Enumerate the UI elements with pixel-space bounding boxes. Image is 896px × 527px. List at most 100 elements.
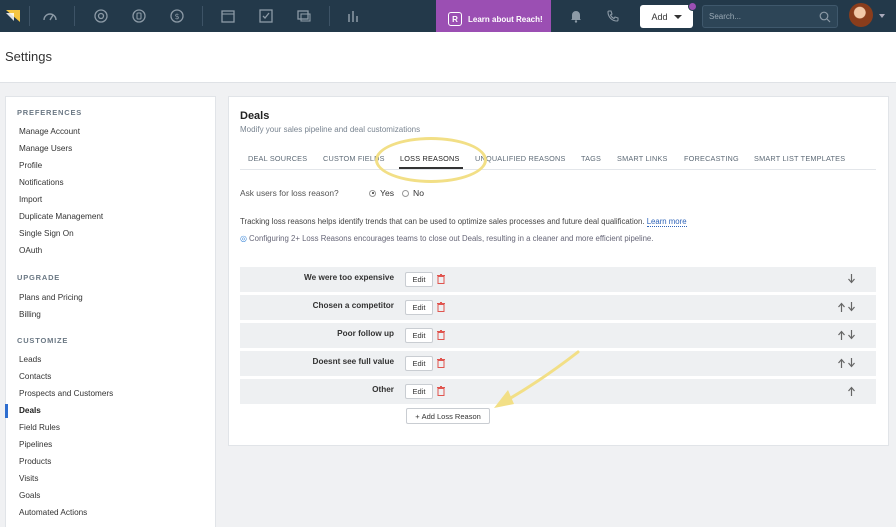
sidebar-item-visits[interactable]: Visits bbox=[19, 474, 38, 483]
reports-icon[interactable] bbox=[346, 8, 362, 24]
messages-icon[interactable] bbox=[296, 8, 312, 24]
trash-icon[interactable] bbox=[437, 274, 445, 284]
sidebar-item-manage-users[interactable]: Manage Users bbox=[19, 144, 72, 153]
search-icon[interactable] bbox=[819, 11, 831, 23]
highlight-circle-annotation bbox=[375, 137, 487, 183]
radio-no[interactable]: No bbox=[402, 188, 424, 198]
page-title: Settings bbox=[5, 49, 52, 64]
sidebar-item-notifications[interactable]: Notifications bbox=[19, 178, 64, 187]
tip-text: ◎ Configuring 2+ Loss Reasons encourages… bbox=[240, 234, 653, 243]
sidebar-item-automated-actions[interactable]: Automated Actions bbox=[19, 508, 87, 517]
search-input[interactable] bbox=[703, 6, 813, 27]
avatar[interactable] bbox=[849, 3, 873, 27]
chevron-down-icon bbox=[673, 14, 682, 19]
info-text: Tracking loss reasons helps identify tre… bbox=[240, 217, 687, 227]
chevron-down-icon[interactable] bbox=[879, 14, 885, 18]
sidebar-item-plans-and-pricing[interactable]: Plans and Pricing bbox=[19, 293, 83, 302]
loss-reason-row: Chosen a competitor Edit bbox=[240, 295, 876, 320]
trash-icon[interactable] bbox=[437, 358, 445, 368]
ask-loss-reason-label: Ask users for loss reason? bbox=[240, 188, 339, 198]
add-button[interactable]: Add bbox=[640, 5, 693, 28]
pointer-arrow-annotation bbox=[492, 350, 582, 412]
trash-icon[interactable] bbox=[437, 302, 445, 312]
sidebar-item-field-rules[interactable]: Field Rules bbox=[19, 423, 60, 432]
sidebar-item-pipelines[interactable]: Pipelines bbox=[19, 440, 52, 449]
calendar-icon[interactable] bbox=[220, 8, 236, 24]
sidebar-item-duplicate-management[interactable]: Duplicate Management bbox=[19, 212, 103, 221]
loss-reason-label: We were too expensive bbox=[304, 273, 394, 282]
trash-icon[interactable] bbox=[437, 386, 445, 396]
arrow-down-icon[interactable] bbox=[848, 274, 855, 284]
tab-smart-links[interactable]: SMART LINKS bbox=[617, 154, 668, 163]
sidebar-item-billing[interactable]: Billing bbox=[19, 310, 41, 319]
reach-label: Learn about Reach! bbox=[468, 14, 543, 24]
radio-no-label: No bbox=[413, 188, 424, 198]
loss-reason-row: We were too expensive Edit bbox=[240, 267, 876, 292]
nav-divider bbox=[29, 6, 30, 26]
loss-reason-label: Poor follow up bbox=[337, 329, 394, 338]
loss-reason-label: Chosen a competitor bbox=[312, 301, 394, 310]
tab-forecasting[interactable]: FORECASTING bbox=[684, 154, 739, 163]
nav-divider bbox=[202, 6, 203, 26]
sidebar-item-deals[interactable]: Deals bbox=[19, 406, 41, 415]
arrow-up-icon[interactable] bbox=[838, 358, 845, 368]
settings-sidebar: PREFERENCES Manage Account Manage Users … bbox=[5, 96, 216, 527]
phone-icon[interactable] bbox=[605, 8, 621, 24]
learn-more-link[interactable]: Learn more bbox=[646, 217, 687, 227]
nav-divider bbox=[329, 6, 330, 26]
tab-deal-sources[interactable]: DEAL SOURCES bbox=[248, 154, 307, 163]
dashboard-icon[interactable] bbox=[42, 8, 58, 24]
sidebar-item-manage-account[interactable]: Manage Account bbox=[19, 127, 80, 136]
svg-text:$: $ bbox=[174, 12, 179, 21]
reach-badge-icon: R bbox=[448, 12, 462, 26]
top-nav: $ R Learn about Reach! Add bbox=[0, 0, 896, 38]
tab-smart-list-templates[interactable]: SMART LIST TEMPLATES bbox=[754, 154, 845, 163]
contacts-icon[interactable] bbox=[131, 8, 147, 24]
tab-tags[interactable]: TAGS bbox=[581, 154, 601, 163]
tab-unqualified-reasons[interactable]: UNQUALIFIED REASONS bbox=[475, 154, 566, 163]
active-indicator bbox=[5, 404, 8, 418]
sidebar-item-products[interactable]: Products bbox=[19, 457, 51, 466]
edit-button[interactable]: Edit bbox=[405, 300, 433, 315]
sidebar-item-profile[interactable]: Profile bbox=[19, 161, 42, 170]
logo-icon[interactable] bbox=[6, 10, 20, 22]
arrow-down-icon[interactable] bbox=[848, 358, 855, 368]
arrow-up-icon[interactable] bbox=[838, 302, 845, 312]
radio-checked-icon[interactable] bbox=[369, 189, 376, 197]
plus-icon: + bbox=[415, 411, 420, 421]
tabs-divider bbox=[240, 169, 876, 170]
edit-button[interactable]: Edit bbox=[405, 328, 433, 343]
sidebar-item-leads[interactable]: Leads bbox=[19, 355, 41, 364]
trash-icon[interactable] bbox=[437, 330, 445, 340]
loss-reason-row: Poor follow up Edit bbox=[240, 323, 876, 348]
loss-reason-label: Doesnt see full value bbox=[312, 357, 394, 366]
add-button-label: Add bbox=[651, 11, 668, 22]
sidebar-item-oauth[interactable]: OAuth bbox=[19, 246, 42, 255]
lightbulb-icon: ◎ bbox=[240, 234, 247, 243]
arrow-down-icon[interactable] bbox=[848, 302, 855, 312]
leads-icon[interactable] bbox=[93, 8, 109, 24]
arrow-up-icon[interactable] bbox=[838, 330, 845, 340]
arrow-up-icon[interactable] bbox=[848, 386, 855, 396]
tasks-icon[interactable] bbox=[258, 8, 274, 24]
sidebar-item-goals[interactable]: Goals bbox=[19, 491, 40, 500]
notification-dot bbox=[688, 2, 697, 11]
search-box bbox=[702, 5, 838, 28]
notifications-bell-icon[interactable] bbox=[568, 8, 584, 24]
sidebar-item-prospects-and-customers[interactable]: Prospects and Customers bbox=[19, 389, 113, 398]
radio-yes[interactable]: Yes bbox=[369, 188, 394, 198]
add-loss-reason-button[interactable]: + Add Loss Reason bbox=[406, 408, 490, 424]
edit-button[interactable]: Edit bbox=[405, 272, 433, 287]
radio-unchecked-icon[interactable] bbox=[402, 189, 409, 197]
sidebar-item-import[interactable]: Import bbox=[19, 195, 42, 204]
sidebar-item-single-sign-on[interactable]: Single Sign On bbox=[19, 229, 74, 238]
sidebar-section-preferences: PREFERENCES bbox=[17, 108, 83, 117]
edit-button[interactable]: Edit bbox=[405, 384, 433, 399]
arrow-down-icon[interactable] bbox=[848, 330, 855, 340]
edit-button[interactable]: Edit bbox=[405, 356, 433, 371]
sidebar-section-upgrade: UPGRADE bbox=[17, 273, 61, 282]
radio-yes-label: Yes bbox=[380, 188, 395, 198]
deals-icon[interactable]: $ bbox=[169, 8, 185, 24]
info-text-body: Tracking loss reasons helps identify tre… bbox=[240, 217, 645, 226]
sidebar-item-contacts[interactable]: Contacts bbox=[19, 372, 51, 381]
